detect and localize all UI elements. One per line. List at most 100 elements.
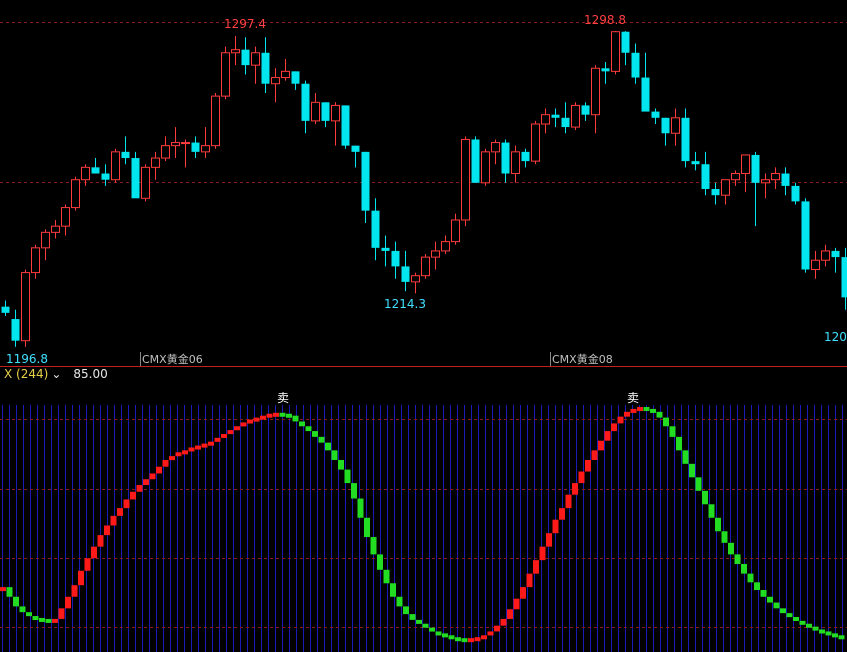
indicator-bar — [169, 456, 175, 461]
indicator-readout: X (244) ⌄ 85.00 — [4, 367, 108, 381]
candle-body — [211, 95, 220, 147]
candle — [11, 309, 20, 347]
indicator-bar — [780, 608, 786, 614]
indicator-bar — [611, 423, 617, 432]
candle — [391, 241, 400, 279]
candle-body — [781, 173, 790, 186]
candle-body — [591, 67, 600, 116]
candle-body — [391, 250, 400, 267]
indicator-bar — [695, 477, 702, 491]
indicator-bar — [676, 436, 682, 451]
candle-body — [771, 173, 780, 181]
indicator-bar — [409, 614, 416, 620]
indicator-bar — [416, 619, 422, 624]
candle — [271, 68, 280, 103]
candle — [711, 182, 720, 205]
candle-body — [431, 250, 440, 258]
candle — [71, 176, 80, 211]
candle-body — [301, 83, 310, 121]
candle — [751, 151, 760, 227]
indicator-bar — [97, 535, 104, 547]
indicator-bar — [617, 416, 624, 424]
candle-body — [601, 68, 610, 72]
high-label-2: 1298.8 — [584, 13, 626, 27]
indicator-bar — [104, 525, 110, 536]
indicator-bar — [175, 452, 182, 457]
indicator-bar — [65, 596, 71, 609]
indicator-bar — [19, 606, 26, 613]
candle — [491, 139, 500, 165]
indicator-name: X (244) — [4, 367, 49, 381]
candle — [521, 148, 530, 168]
indicator-bar — [351, 483, 357, 499]
candle-body — [551, 114, 560, 118]
indicator-bar — [741, 564, 747, 574]
indicator-bar — [838, 635, 845, 640]
candle-body — [61, 207, 70, 227]
indicator-bar — [234, 426, 240, 431]
candle — [631, 43, 640, 84]
indicator-bar — [806, 623, 812, 628]
indicator-bar — [461, 638, 468, 643]
candle-body — [481, 151, 490, 184]
indicator-bar — [78, 570, 84, 586]
candle — [701, 151, 710, 196]
indicator-bar — [474, 637, 481, 642]
indicator-bar — [26, 612, 32, 617]
candle — [111, 148, 120, 183]
candle-body — [641, 77, 650, 112]
indicator-bar — [682, 450, 689, 464]
candle — [1, 300, 10, 316]
candle — [181, 139, 190, 168]
indicator-bar — [208, 441, 214, 446]
indicator-bar — [565, 494, 572, 509]
candle-body — [1, 306, 10, 313]
indicator-bar — [39, 617, 45, 622]
indicator-bar — [390, 583, 396, 597]
candle-body — [421, 256, 430, 277]
candle — [671, 108, 680, 146]
candle — [531, 120, 540, 165]
candle-body — [411, 275, 420, 283]
candle-body — [631, 52, 640, 78]
candle-body — [541, 114, 550, 125]
indicator-bar — [403, 606, 409, 615]
chevron-down-icon[interactable]: ⌄ — [51, 367, 61, 381]
indicator-bar — [669, 426, 676, 437]
indicator-bar — [494, 625, 500, 632]
indicator-bar — [819, 629, 825, 634]
candle — [571, 102, 580, 131]
candle — [291, 71, 300, 90]
indicator-bar — [786, 613, 793, 618]
candle — [311, 93, 320, 124]
indicator-bar — [344, 469, 351, 484]
candle-body — [91, 167, 100, 174]
candle-body — [651, 111, 660, 118]
indicator-bar — [552, 519, 559, 534]
indicator-bar — [188, 447, 195, 452]
candle-body — [151, 157, 160, 168]
candle-body — [501, 142, 510, 174]
candle — [771, 167, 780, 189]
indicator-bar — [435, 631, 442, 636]
candle-body — [531, 123, 540, 162]
candle — [121, 136, 130, 165]
low-label-mid: 1214.3 — [384, 297, 426, 311]
candle — [651, 108, 660, 124]
indicator-bar — [546, 533, 552, 547]
sell-signal-2: 卖 — [627, 391, 639, 405]
candle — [591, 65, 600, 134]
candle-body — [721, 179, 730, 196]
indicator-bar — [6, 587, 13, 597]
candle — [401, 250, 410, 292]
candle — [131, 151, 140, 199]
indicator-bar — [507, 609, 513, 619]
indicator-bar — [643, 407, 650, 411]
candle — [91, 158, 100, 174]
candle — [791, 182, 800, 205]
candle-body — [511, 151, 520, 175]
candle-body — [821, 250, 830, 261]
indicator-bar — [214, 437, 221, 442]
indicator-bar — [201, 443, 208, 448]
indicator-bar — [162, 459, 169, 467]
